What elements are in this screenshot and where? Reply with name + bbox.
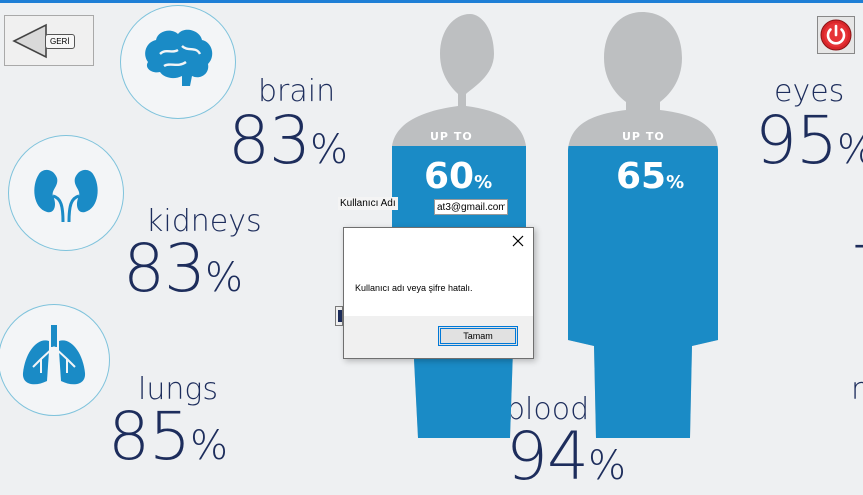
- ok-button[interactable]: Tamam: [438, 326, 518, 346]
- female-up-to: UP TO: [430, 130, 473, 143]
- percent-sign: %: [474, 172, 493, 193]
- human-figures: [392, 12, 718, 438]
- error-dialog: Kullanıcı adı veya şifre hatalı. Tamam: [343, 227, 534, 359]
- username-input[interactable]: [434, 199, 508, 215]
- female-water-value: 60: [424, 156, 475, 197]
- male-water-value: 65: [616, 156, 667, 197]
- dialog-footer: Tamam: [344, 316, 533, 358]
- dialog-message: Kullanıcı adı veya şifre hatalı.: [355, 283, 473, 293]
- percent-sign: %: [587, 443, 626, 489]
- close-icon[interactable]: [511, 234, 525, 248]
- male-figure: [568, 12, 718, 438]
- username-label: Kullanıcı Adı: [338, 197, 398, 210]
- male-up-to: UP TO: [622, 130, 665, 143]
- male-water-percent: 65%: [616, 156, 684, 197]
- login-button-edge[interactable]: [335, 306, 343, 326]
- female-water-percent: 60%: [424, 156, 492, 197]
- login-button-edge-fill: [338, 310, 342, 322]
- female-figure: [392, 14, 526, 438]
- percent-sign: %: [666, 172, 685, 193]
